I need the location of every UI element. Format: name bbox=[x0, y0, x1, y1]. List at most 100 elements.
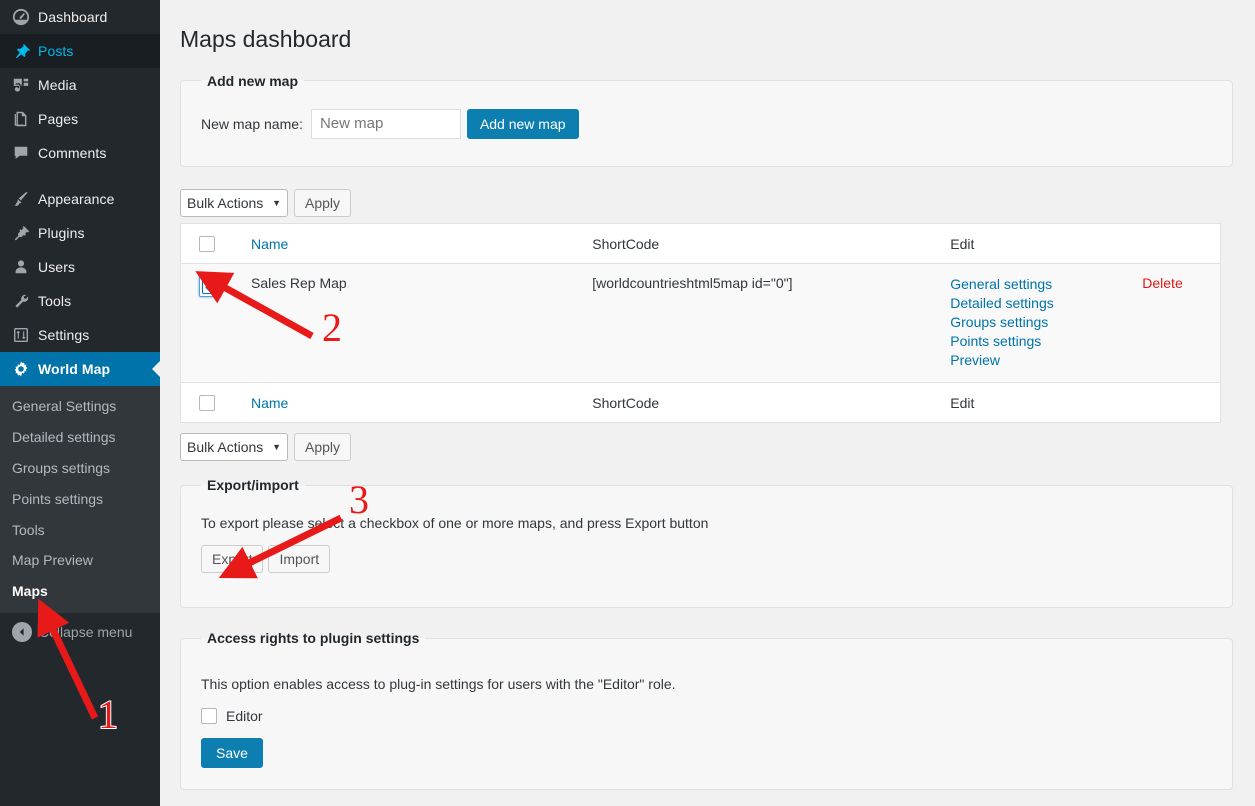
sidebar-item-label: Users bbox=[38, 259, 76, 275]
table-header-row: Name ShortCode Edit bbox=[180, 223, 1221, 265]
sidebar-item-appearance[interactable]: Appearance bbox=[0, 182, 160, 216]
row-shortcode: [worldcountrieshtml5map id="0"] bbox=[582, 263, 941, 383]
comments-icon bbox=[12, 143, 38, 163]
link-detailed-settings[interactable]: Detailed settings bbox=[950, 294, 1122, 313]
add-new-map-button[interactable]: Add new map bbox=[466, 108, 579, 139]
bulk-actions-select-wrap-bottom: Bulk Actions ▼ bbox=[180, 433, 288, 462]
bulk-actions-select-wrap-top: Bulk Actions ▼ bbox=[180, 188, 288, 217]
column-footer-edit: Edit bbox=[940, 382, 1133, 423]
import-button[interactable]: Import bbox=[268, 545, 331, 574]
media-icon bbox=[12, 75, 38, 95]
maps-table-head: Name ShortCode Edit bbox=[180, 223, 1221, 265]
world-map-submenu: General Settings Detailed settings Group… bbox=[0, 386, 160, 614]
annotation-number-3: 3 bbox=[349, 477, 369, 522]
dashboard-icon bbox=[12, 7, 38, 27]
editor-checkbox-label: Editor bbox=[226, 708, 263, 725]
sidebar-item-label: World Map bbox=[38, 361, 111, 377]
column-header-name[interactable]: Name bbox=[231, 223, 583, 265]
page-title: Maps dashboard bbox=[180, 26, 352, 52]
chevron-left-circle-icon bbox=[12, 622, 32, 643]
screen: Dashboard Posts Media Pages Comments App… bbox=[0, 0, 1255, 806]
row-delete-cell: Delete bbox=[1132, 263, 1221, 383]
select-all-checkbox-bottom[interactable] bbox=[199, 395, 215, 412]
link-general-settings[interactable]: General settings bbox=[950, 275, 1122, 294]
apply-button-bottom[interactable]: Apply bbox=[294, 433, 352, 462]
row-checkbox-focus-ring bbox=[199, 275, 221, 298]
column-header-shortcode: ShortCode bbox=[582, 223, 941, 265]
submenu-item-tools[interactable]: Tools bbox=[0, 515, 160, 546]
annotation-number-2: 2 bbox=[322, 305, 342, 350]
pages-icon bbox=[12, 109, 38, 129]
sidebar-item-label: Tools bbox=[38, 293, 72, 309]
sidebar-item-settings[interactable]: Settings bbox=[0, 318, 160, 352]
column-footer-name[interactable]: Name bbox=[231, 382, 583, 423]
add-new-map-legend: Add new map bbox=[207, 72, 299, 89]
row-checkbox-cell bbox=[180, 263, 231, 383]
bulk-actions-select-top[interactable]: Bulk Actions bbox=[180, 188, 288, 217]
save-button-row: Save bbox=[201, 738, 1216, 769]
sidebar-item-label: Comments bbox=[38, 145, 107, 161]
row-name: Sales Rep Map bbox=[231, 263, 583, 383]
submenu-item-groups-settings[interactable]: Groups settings bbox=[0, 453, 160, 484]
sidebar-item-posts[interactable]: Posts bbox=[0, 34, 160, 68]
sliders-icon bbox=[12, 325, 38, 345]
editor-checkbox-row: Editor bbox=[201, 708, 1216, 725]
submenu-item-maps[interactable]: Maps bbox=[0, 576, 160, 607]
sidebar-item-label: Appearance bbox=[38, 191, 115, 207]
sidebar-item-plugins[interactable]: Plugins bbox=[0, 216, 160, 250]
column-header-delete bbox=[1132, 223, 1221, 265]
plug-icon bbox=[12, 223, 38, 243]
link-points-settings[interactable]: Points settings bbox=[950, 332, 1122, 351]
access-rights-description: This option enables access to plug-in se… bbox=[201, 676, 676, 693]
export-button[interactable]: Export bbox=[201, 545, 264, 574]
save-button[interactable]: Save bbox=[201, 738, 263, 769]
main-content: Maps dashboard Add new map New map name:… bbox=[160, 0, 1255, 806]
select-all-header bbox=[180, 223, 231, 265]
access-rights-panel: Access rights to plugin settings This op… bbox=[180, 630, 1233, 791]
sidebar-item-media[interactable]: Media bbox=[0, 68, 160, 102]
sidebar-item-tools[interactable]: Tools bbox=[0, 284, 160, 318]
bulk-actions-select-bottom[interactable]: Bulk Actions bbox=[180, 433, 288, 462]
select-all-footer bbox=[180, 382, 231, 423]
export-import-buttons: Export Import bbox=[201, 545, 1216, 574]
add-new-map-panel: Add new map New map name: Add new map bbox=[180, 72, 1233, 167]
sidebar-item-label: Posts bbox=[38, 43, 74, 59]
select-all-checkbox-top[interactable] bbox=[199, 236, 215, 253]
link-preview[interactable]: Preview bbox=[950, 351, 1122, 370]
collapse-menu-label: Collapse menu bbox=[39, 624, 133, 641]
submenu-item-general-settings[interactable]: General Settings bbox=[0, 391, 160, 422]
wrench-icon bbox=[12, 291, 38, 311]
new-map-name-input[interactable] bbox=[310, 108, 461, 139]
gear-icon bbox=[12, 359, 38, 379]
sidebar-item-label: Pages bbox=[38, 111, 79, 127]
table-footer-row: Name ShortCode Edit bbox=[180, 382, 1221, 423]
sidebar-item-comments[interactable]: Comments bbox=[0, 136, 160, 170]
link-groups-settings[interactable]: Groups settings bbox=[950, 313, 1122, 332]
tablenav-top: Bulk Actions ▼ Apply bbox=[180, 188, 1233, 217]
sidebar-item-pages[interactable]: Pages bbox=[0, 102, 160, 136]
sidebar-item-users[interactable]: Users bbox=[0, 250, 160, 284]
column-footer-delete bbox=[1132, 382, 1221, 423]
brush-icon bbox=[12, 189, 38, 209]
export-import-panel: Export/import To export please select a … bbox=[180, 477, 1233, 609]
sidebar-item-dashboard[interactable]: Dashboard bbox=[0, 0, 160, 34]
pin-icon bbox=[12, 41, 38, 61]
submenu-item-detailed-settings[interactable]: Detailed settings bbox=[0, 422, 160, 453]
collapse-menu-button[interactable]: Collapse menu bbox=[0, 615, 160, 649]
row-checkbox[interactable] bbox=[202, 278, 218, 295]
editor-checkbox[interactable] bbox=[201, 708, 217, 725]
new-map-name-label: New map name: bbox=[201, 115, 303, 132]
column-header-edit: Edit bbox=[940, 223, 1133, 265]
access-rights-legend: Access rights to plugin settings bbox=[207, 630, 420, 647]
submenu-item-map-preview[interactable]: Map Preview bbox=[0, 545, 160, 576]
submenu-item-points-settings[interactable]: Points settings bbox=[0, 484, 160, 515]
delete-link[interactable]: Delete bbox=[1142, 275, 1182, 291]
sidebar-item-label: Settings bbox=[38, 327, 90, 343]
sidebar-item-label: Media bbox=[38, 77, 77, 93]
column-footer-shortcode: ShortCode bbox=[582, 382, 941, 423]
apply-button-top[interactable]: Apply bbox=[294, 188, 352, 217]
row-edit-links: General settings Detailed settings Group… bbox=[940, 263, 1133, 383]
admin-sidebar: Dashboard Posts Media Pages Comments App… bbox=[0, 0, 160, 806]
sidebar-item-label: Plugins bbox=[38, 225, 85, 241]
sidebar-item-world-map[interactable]: World Map bbox=[0, 352, 160, 386]
